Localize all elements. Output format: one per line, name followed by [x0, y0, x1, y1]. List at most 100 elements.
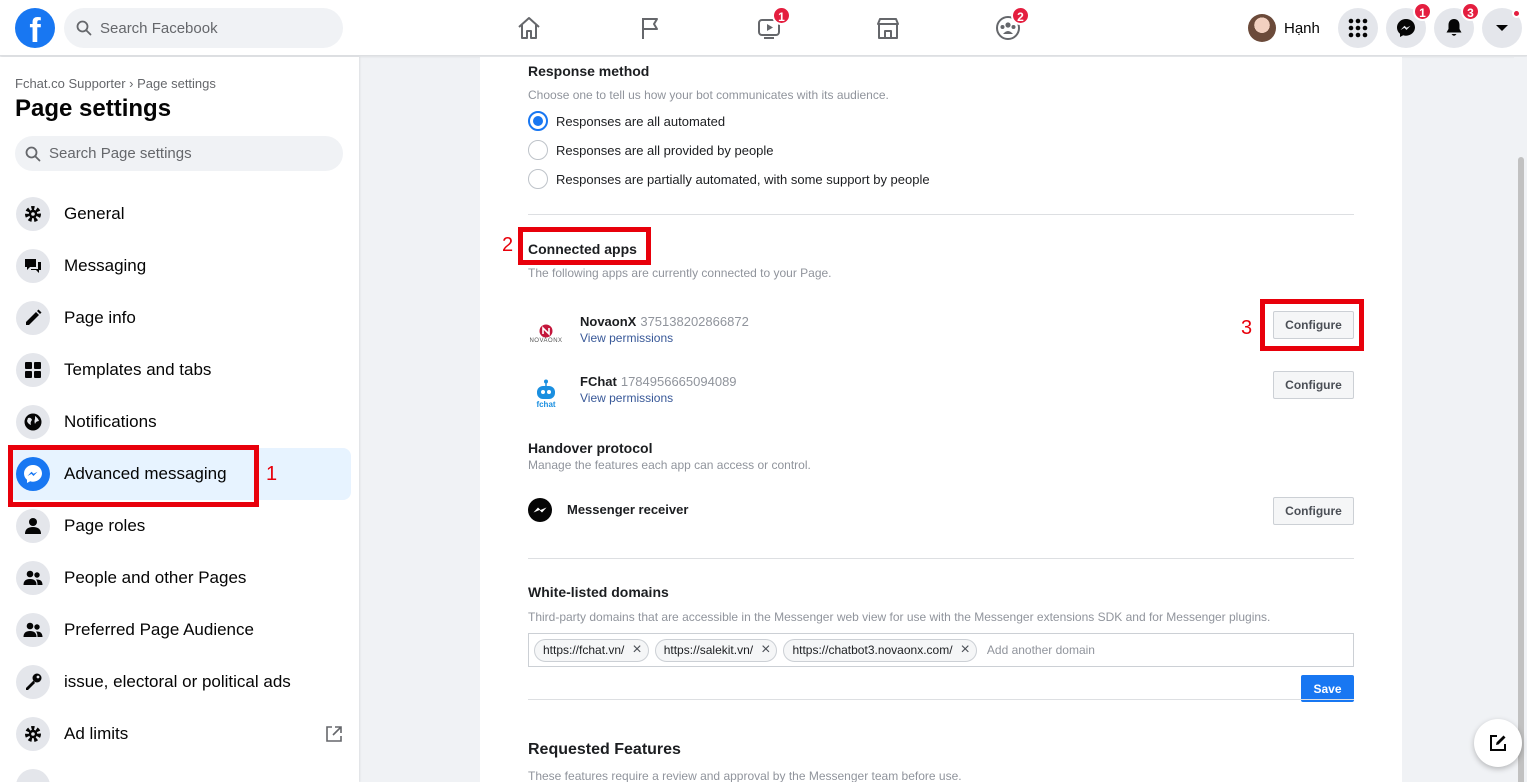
annotation-box-advanced-messaging — [8, 445, 259, 507]
shop-icon — [877, 18, 899, 39]
radio-option-automated[interactable]: Responses are all automated — [528, 111, 725, 131]
novaonx-logo: NOVAONX — [528, 316, 564, 352]
preferred-audience-icon-wrap — [16, 613, 50, 647]
sidebar-item-templates-tabs[interactable]: Templates and tabs — [8, 344, 351, 396]
radio-option-partial[interactable]: Responses are partially automated, with … — [528, 169, 930, 189]
people-pages-icon-wrap — [16, 561, 50, 595]
connected-apps-description: The following apps are currently connect… — [528, 266, 832, 280]
sidebar-item-people-pages[interactable]: People and other Pages — [8, 552, 351, 604]
novaonx-mark-icon — [539, 324, 553, 338]
nav-watch[interactable]: 1 — [749, 6, 791, 46]
search-icon — [25, 146, 41, 161]
templates-icon-wrap — [16, 353, 50, 387]
app-name: FChat 1784956665094089 — [580, 374, 737, 389]
save-button[interactable]: Save — [1301, 675, 1354, 702]
page-roles-icon-wrap — [16, 509, 50, 543]
sidebar-item-ad-limits[interactable]: Ad limits — [8, 708, 351, 760]
annotation-box-configure — [1260, 299, 1364, 351]
page-settings-search-input[interactable] — [49, 145, 309, 162]
view-permissions-link[interactable]: View permissions — [580, 391, 673, 405]
scrollbar-thumb[interactable] — [1518, 157, 1524, 782]
view-permissions-link[interactable]: View permissions — [580, 331, 673, 345]
sidebar-item-page-info[interactable]: Page info — [8, 292, 351, 344]
settings-sidebar: Fchat.co Supporter › Page settings Page … — [0, 57, 359, 782]
fchat-logo: fchat — [528, 376, 564, 412]
sidebar-item-political-ads[interactable]: issue, electoral or political ads — [8, 656, 351, 708]
handover-protocol-title: Handover protocol — [528, 440, 653, 456]
sidebar-item-partial[interactable] — [8, 760, 351, 782]
configure-messenger-receiver-button[interactable]: Configure — [1273, 497, 1354, 525]
sidebar-item-label: Ad limits — [64, 724, 129, 743]
grid-icon — [25, 362, 41, 378]
configure-fchat-button[interactable]: Configure — [1273, 371, 1354, 399]
top-navigation-bar: f 1 2 Hạnh 1 3 — [0, 0, 1527, 56]
partial-item-icon-wrap — [16, 769, 50, 782]
divider — [528, 558, 1354, 559]
groups-badge: 2 — [1011, 6, 1030, 25]
app-row-novaonx: NOVAONX NovaonX 375138202866872 View perm… — [528, 314, 1354, 354]
nav-pages[interactable] — [630, 10, 670, 46]
response-method-title: Response method — [528, 63, 650, 79]
notifications-badge: 3 — [1461, 2, 1480, 21]
breadcrumb[interactable]: Fchat.co Supporter › Page settings — [15, 76, 216, 91]
new-message-button[interactable] — [1474, 719, 1522, 767]
domain-chip: https://chatbot3.novaonx.com/ × — [783, 638, 977, 662]
sidebar-item-label: Messaging — [64, 256, 147, 275]
fchat-logo-text: fchat — [536, 400, 556, 409]
novaonx-logo-text: NOVAONX — [529, 338, 563, 344]
page-scrollbar[interactable] — [1514, 57, 1527, 782]
person-icon — [25, 518, 41, 534]
sidebar-item-notifications[interactable]: Notifications — [8, 396, 351, 448]
whitelisted-domains-title: White-listed domains — [528, 584, 669, 600]
divider — [528, 214, 1354, 215]
notifications-button[interactable]: 3 — [1434, 2, 1480, 48]
annotation-box-connected-apps — [518, 227, 651, 265]
sidebar-item-page-roles[interactable]: Page roles — [8, 500, 351, 552]
nav-home[interactable] — [509, 10, 549, 46]
radio-button[interactable] — [528, 140, 548, 160]
gear-icon — [25, 206, 41, 222]
nav-groups[interactable]: 2 — [988, 6, 1030, 46]
search-icon — [76, 20, 92, 36]
sidebar-item-label: Page info — [64, 308, 136, 327]
handover-protocol-description: Manage the features each app can access … — [528, 458, 811, 472]
remove-domain-icon[interactable]: × — [761, 642, 770, 658]
sidebar-item-preferred-audience[interactable]: Preferred Page Audience — [8, 604, 351, 656]
sidebar-item-label: People and other Pages — [64, 568, 247, 587]
nav-marketplace[interactable] — [868, 10, 908, 46]
add-domain-input[interactable] — [986, 643, 1187, 657]
sidebar-item-messaging[interactable]: Messaging — [8, 240, 351, 292]
facebook-search-input[interactable] — [100, 19, 320, 37]
people-icon — [23, 622, 43, 637]
radio-label: Responses are partially automated, with … — [556, 171, 930, 187]
remove-domain-icon[interactable]: × — [961, 642, 970, 658]
globe-icon — [24, 413, 42, 431]
profile-name: Hạnh — [1284, 19, 1320, 37]
robot-icon — [537, 379, 555, 399]
external-link-icon[interactable] — [325, 725, 343, 743]
radio-option-people[interactable]: Responses are all provided by people — [528, 140, 774, 160]
profile-link[interactable]: Hạnh — [1244, 10, 1328, 46]
domain-text: https://salekit.vn/ — [663, 643, 754, 657]
radio-label: Responses are all automated — [556, 113, 726, 129]
radio-button[interactable] — [528, 111, 548, 131]
whitelisted-domains-description: Third-party domains that are accessible … — [528, 610, 1271, 624]
app-id: 375138202866872 — [640, 314, 749, 329]
key-icon — [26, 673, 42, 690]
messenger-button[interactable]: 1 — [1386, 2, 1432, 48]
remove-domain-icon[interactable]: × — [632, 642, 641, 658]
account-dot-badge — [1512, 9, 1521, 18]
account-button[interactable] — [1482, 8, 1522, 48]
app-id: 1784956665094089 — [620, 374, 737, 389]
sidebar-item-label: Notifications — [64, 412, 157, 431]
page-settings-search[interactable] — [15, 136, 343, 171]
domains-input-box[interactable]: https://fchat.vn/× https://salekit.vn/× … — [528, 633, 1354, 667]
flag-icon — [642, 18, 658, 39]
sidebar-item-general[interactable]: General — [8, 188, 351, 240]
facebook-logo[interactable]: f — [15, 8, 55, 48]
menu-button[interactable] — [1338, 8, 1378, 48]
radio-button[interactable] — [528, 169, 548, 189]
domain-chip: https://fchat.vn/ × — [534, 638, 649, 662]
facebook-search[interactable] — [64, 8, 343, 48]
app-name-text: NovaonX — [580, 314, 637, 329]
